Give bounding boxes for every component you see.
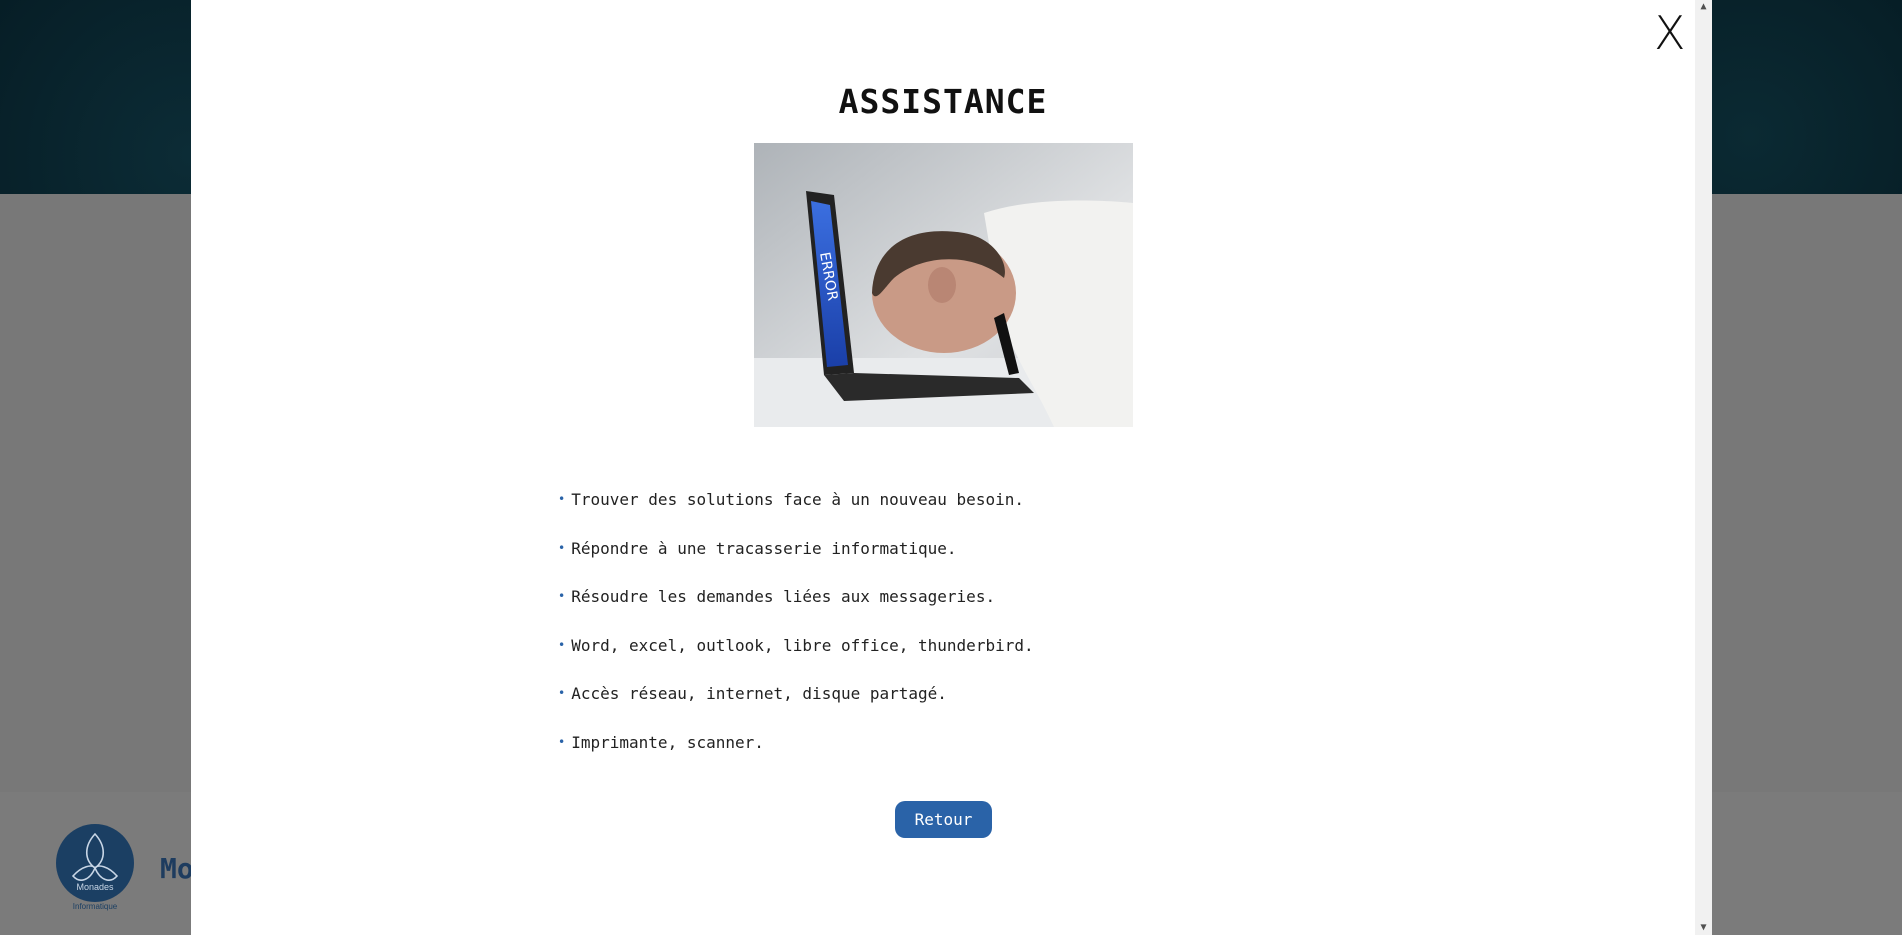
bullet-icon: • [558, 589, 566, 603]
scroll-thumb[interactable] [1698, 16, 1709, 916]
feature-text: Répondre à une tracasserie informatique. [571, 538, 957, 558]
feature-text: Accès réseau, internet, disque partagé. [571, 684, 947, 703]
scroll-down-icon[interactable]: ▼ [1695, 921, 1712, 935]
feature-list: • Trouver des solutions face à un nouveau… [558, 490, 1034, 781]
bullet-icon: • [558, 637, 566, 652]
assistance-modal [191, 0, 1712, 935]
close-button[interactable]: X [1654, 8, 1686, 58]
list-item: • Répondre à une tracasserie informatique… [558, 539, 1034, 588]
bullet-icon: • [558, 492, 566, 506]
feature-text: Résoudre les demandes liées aux messager… [571, 587, 996, 606]
scroll-up-icon[interactable]: ▲ [1695, 0, 1712, 14]
back-button[interactable]: Retour [895, 801, 992, 838]
logo-subcaption: Informatique [72, 902, 118, 911]
list-item: • Imprimante, scanner. [558, 733, 1034, 782]
list-item: • Trouver des solutions face à un nouveau… [558, 490, 1034, 539]
scrollbar[interactable]: ▲ ▼ [1695, 0, 1712, 935]
brand-name: Mo [160, 852, 194, 885]
list-item: • Accès réseau, internet, disque partagé. [558, 684, 1034, 733]
bullet-icon: • [558, 540, 566, 555]
list-item: • Word, excel, outlook, libre office, thu… [558, 636, 1034, 685]
list-item: • Résoudre les demandes liées aux message… [558, 587, 1034, 636]
error-laptop-image: ERROR [754, 143, 1133, 427]
logo-caption: Monades [76, 882, 114, 892]
feature-text: Imprimante, scanner. [571, 732, 764, 752]
feature-text: Trouver des solutions face à un nouveau … [571, 490, 1024, 509]
bullet-icon: • [558, 734, 566, 749]
bullet-icon: • [558, 686, 566, 700]
feature-text: Word, excel, outlook, libre office, thun… [571, 635, 1034, 655]
modal-title: ASSISTANCE [838, 82, 1048, 121]
